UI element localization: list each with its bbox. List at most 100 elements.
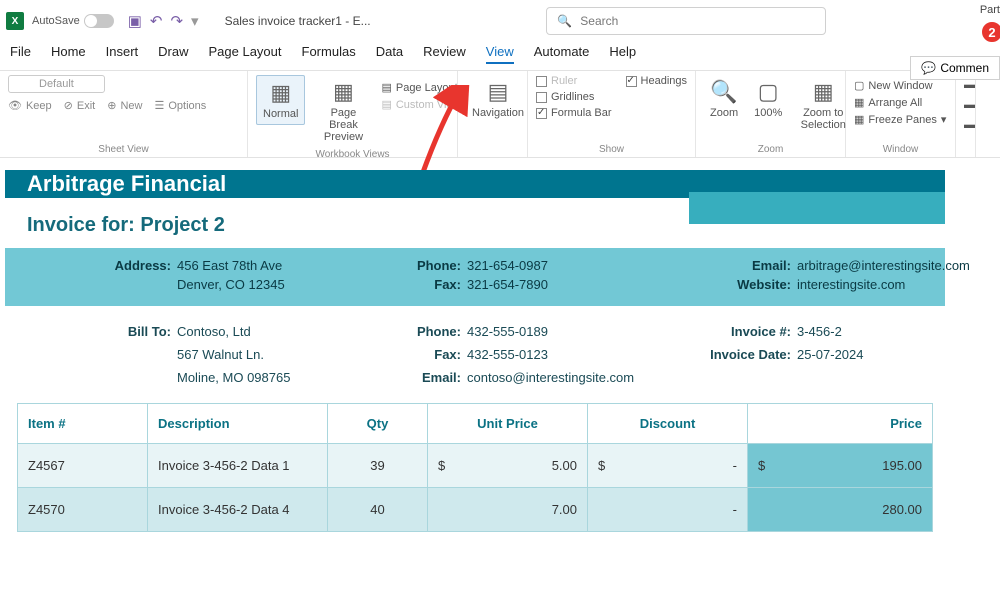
bill-to-block: Bill To: Contoso, Ltd Phone: 432-555-018… [5, 306, 945, 403]
comments-button[interactable]: 💬 Commen [910, 56, 1000, 80]
group-zoom: Zoom [704, 144, 837, 155]
navigation-button[interactable]: ▤Navigation [466, 75, 530, 123]
formula-bar-checkbox[interactable]: Formula Bar [536, 107, 612, 119]
zoom-icon: 🔍 [710, 79, 737, 105]
normal-view-button[interactable]: ▦Normal [256, 75, 305, 125]
exit-button[interactable]: ⊘Exit [64, 99, 96, 112]
menu-draw[interactable]: Draw [158, 44, 188, 64]
toggle-off-icon[interactable] [84, 14, 114, 28]
ruler-checkbox[interactable]: Ruler [536, 75, 612, 87]
table-row[interactable]: Z4570 Invoice 3-456-2 Data 4 40 7.00 - 2… [18, 488, 933, 532]
zoom-100-icon: ▢ [758, 79, 779, 105]
keep-button[interactable]: 👁Keep [8, 99, 52, 112]
new-view-button[interactable]: ⊕New [107, 99, 142, 112]
zoom-button[interactable]: 🔍Zoom [704, 75, 744, 123]
menu-page-layout[interactable]: Page Layout [209, 44, 282, 64]
keep-icon: 👁 [8, 99, 22, 112]
col-qty[interactable]: Qty [328, 404, 428, 444]
col-price[interactable]: Price [748, 404, 933, 444]
invoice-table: Item # Description Qty Unit Price Discou… [17, 403, 933, 532]
zoom-selection-button[interactable]: ▦Zoom to Selection [792, 75, 854, 135]
freeze-panes-button[interactable]: ▦Freeze Panes ▾ [854, 113, 946, 126]
cell-unit[interactable]: 7.00 [428, 488, 588, 532]
menu-formulas[interactable]: Formulas [302, 44, 356, 64]
checkbox-icon [536, 76, 547, 87]
search-icon: 🔍 [557, 14, 572, 28]
headings-checkbox[interactable]: Headings [626, 75, 687, 87]
dropdown-icon[interactable]: ▾ [191, 12, 199, 30]
page-layout-button[interactable]: ▤Page Layout [381, 81, 466, 94]
cell-desc[interactable]: Invoice 3-456-2 Data 1 [148, 444, 328, 488]
email-label: Email: [697, 258, 797, 273]
gridlines-checkbox[interactable]: Gridlines [536, 91, 612, 103]
options-icon: ☰ [154, 99, 164, 112]
autosave-toggle[interactable]: AutoSave [32, 14, 114, 28]
arrange-all-button[interactable]: ▦Arrange All [854, 96, 946, 109]
menu-data[interactable]: Data [376, 44, 403, 64]
bill-to-name: Contoso, Ltd [177, 324, 367, 339]
zoom-100-button[interactable]: ▢100% [748, 75, 788, 123]
bill-to-label: Bill To: [27, 324, 177, 339]
ribbon-overflow-icon[interactable]: ▬ [964, 99, 975, 111]
cell-item[interactable]: Z4570 [18, 488, 148, 532]
sheet-view-select[interactable]: Default [8, 75, 105, 93]
invoice-no-label: Invoice #: [697, 324, 797, 339]
menu-file[interactable]: File [10, 44, 31, 64]
ribbon-overflow-icon[interactable]: ▬ [964, 79, 975, 91]
bt-fax-label: Fax: [367, 347, 467, 362]
col-item[interactable]: Item # [18, 404, 148, 444]
col-desc[interactable]: Description [148, 404, 328, 444]
cell-item[interactable]: Z4567 [18, 444, 148, 488]
menu-review[interactable]: Review [423, 44, 466, 64]
accent-bar [689, 192, 945, 224]
title-bar: X AutoSave ▣ ↶ ↷ ▾ Sales invoice tracker… [0, 0, 1000, 42]
group-sheet-view: Sheet View [8, 144, 239, 155]
website-value: interestingsite.com [797, 277, 997, 292]
custom-views-button[interactable]: ▤Custom Views [381, 98, 466, 111]
bt-phone-label: Phone: [367, 324, 467, 339]
document-title: Sales invoice tracker1 - E... [225, 14, 371, 28]
cell-disc[interactable]: $- [588, 444, 748, 488]
new-window-button[interactable]: ▢New Window [854, 79, 946, 92]
search-placeholder: Search [580, 14, 618, 28]
excel-icon: X [6, 12, 24, 30]
cell-desc[interactable]: Invoice 3-456-2 Data 4 [148, 488, 328, 532]
ribbon: Default 👁Keep ⊘Exit ⊕New ☰Options Sheet … [0, 70, 1000, 158]
save-icon[interactable]: ▣ [128, 12, 142, 30]
address-label: Address: [27, 258, 177, 273]
menu-automate[interactable]: Automate [534, 44, 590, 64]
checkbox-checked-icon [626, 76, 637, 87]
table-row[interactable]: Z4567 Invoice 3-456-2 Data 1 39 $5.00 $-… [18, 444, 933, 488]
custom-views-icon: ▤ [381, 98, 391, 111]
redo-icon[interactable]: ↷ [170, 12, 183, 30]
menu-view[interactable]: View [486, 44, 514, 64]
new-icon: ⊕ [107, 99, 116, 112]
comments-label: Commen [940, 61, 989, 75]
chevron-down-icon: ▾ [941, 113, 947, 126]
phone-label: Phone: [367, 258, 467, 273]
menu-insert[interactable]: Insert [106, 44, 139, 64]
menu-home[interactable]: Home [51, 44, 86, 64]
invoice-date-label: Invoice Date: [697, 347, 797, 362]
search-input[interactable]: 🔍 Search [546, 7, 826, 35]
cell-qty[interactable]: 39 [328, 444, 428, 488]
ribbon-overflow-icon[interactable]: ▬ [964, 119, 975, 131]
col-disc[interactable]: Discount [588, 404, 748, 444]
page-break-button[interactable]: ▦Page Break Preview [309, 75, 377, 147]
zoom-sel-icon: ▦ [813, 79, 834, 105]
menu-help[interactable]: Help [609, 44, 636, 64]
bt-street: 567 Walnut Ln. [177, 347, 367, 362]
cell-price[interactable]: 280.00 [748, 488, 933, 532]
col-unit[interactable]: Unit Price [428, 404, 588, 444]
undo-icon[interactable]: ↶ [150, 12, 163, 30]
page-break-icon: ▦ [333, 79, 354, 105]
invoice-title: Invoice for: Project 2 [27, 214, 225, 237]
cell-qty[interactable]: 40 [328, 488, 428, 532]
cell-price[interactable]: $195.00 [748, 444, 933, 488]
bt-email-label: Email: [367, 370, 467, 385]
cell-unit[interactable]: $5.00 [428, 444, 588, 488]
options-button[interactable]: ☰Options [154, 99, 206, 112]
cell-disc[interactable]: - [588, 488, 748, 532]
arrange-icon: ▦ [854, 96, 864, 109]
quick-access-toolbar: ▣ ↶ ↷ ▾ [128, 12, 199, 30]
